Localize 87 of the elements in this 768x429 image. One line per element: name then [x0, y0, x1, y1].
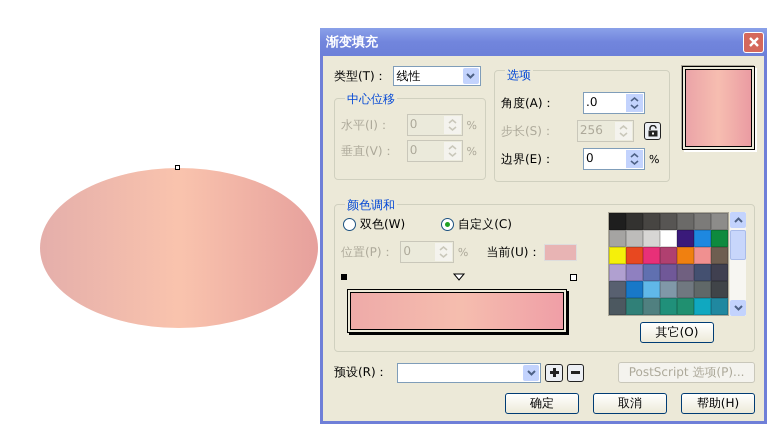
midpoint-marker-icon[interactable] [452, 273, 464, 281]
dialog-button[interactable]: 帮助(H) [681, 393, 755, 414]
palette-swatch[interactable] [609, 298, 626, 315]
palette-swatch[interactable] [609, 281, 626, 298]
palette-swatch[interactable] [626, 213, 643, 230]
palette-swatch[interactable] [694, 264, 711, 281]
palette-swatch[interactable] [694, 213, 711, 230]
palette-swatch[interactable] [609, 264, 626, 281]
palette-swatch[interactable] [643, 298, 660, 315]
type-dropdown[interactable]: 线性 [392, 66, 481, 86]
palette-swatch[interactable] [626, 230, 643, 247]
unit-label: % [466, 118, 477, 132]
palette-swatch[interactable] [711, 213, 728, 230]
palette-swatch[interactable] [677, 281, 694, 298]
unit-label: % [466, 144, 477, 158]
close-icon [748, 36, 760, 48]
palette-swatch[interactable] [660, 264, 677, 281]
palette-swatch[interactable] [609, 247, 626, 264]
field-label: 垂直(V)： [341, 142, 396, 160]
palette-swatch[interactable] [711, 247, 728, 264]
unit-label: % [649, 152, 660, 166]
palette-swatch[interactable] [711, 230, 728, 247]
caret-icon [466, 73, 476, 79]
group-title: 选项 [505, 67, 533, 84]
selection-handle[interactable] [175, 165, 180, 170]
radio-option[interactable]: 双色(W) [343, 216, 406, 233]
plus-icon [548, 367, 560, 378]
unit-label: % [458, 246, 468, 258]
number-field[interactable]: 0 [583, 148, 645, 170]
preset-label: 预设(R)： [334, 364, 389, 381]
scrollbar[interactable] [730, 212, 746, 316]
field-label: 步长(S)： [501, 122, 555, 140]
palette-swatch[interactable] [626, 298, 643, 315]
end-marker-icon[interactable] [570, 274, 577, 280]
palette-swatch[interactable] [660, 281, 677, 298]
window-title: 渐变填充 [326, 34, 378, 51]
palette-swatch[interactable] [626, 247, 643, 264]
palette-swatch[interactable] [694, 247, 711, 264]
field-label: 位置(P)： [341, 244, 395, 260]
type-label: 类型(T)： [334, 68, 387, 84]
spin-arrows-icon[interactable] [630, 96, 639, 110]
palette-swatch[interactable] [643, 247, 660, 264]
caret-icon [526, 370, 536, 376]
other-button[interactable]: 其它(O) [640, 322, 714, 343]
palette-swatch[interactable] [677, 230, 694, 247]
number-field[interactable]: .0 [583, 92, 645, 114]
palette-swatch[interactable] [677, 264, 694, 281]
palette-swatch[interactable] [643, 213, 660, 230]
palette-swatch[interactable] [609, 230, 626, 247]
palette-swatch[interactable] [711, 298, 728, 315]
palette-swatch[interactable] [677, 298, 694, 315]
palette-swatch[interactable] [643, 230, 660, 247]
start-marker-icon[interactable] [341, 274, 347, 280]
palette-swatch[interactable] [694, 281, 711, 298]
palette-swatch[interactable] [609, 213, 626, 230]
add-preset-button[interactable] [545, 364, 563, 382]
palette-swatch[interactable] [660, 213, 677, 230]
palette-swatch[interactable] [711, 281, 728, 298]
palette-swatch[interactable] [711, 264, 728, 281]
dialog-button[interactable]: 取消 [593, 393, 667, 414]
field-label: 水平(I)： [341, 116, 391, 134]
dialog-button[interactable]: 确定 [505, 393, 579, 414]
field-label: 角度(A)： [501, 94, 556, 112]
group-title: 颜色调和 [345, 197, 397, 214]
spin-arrows-icon[interactable] [630, 152, 639, 166]
palette-swatch[interactable] [694, 230, 711, 247]
group-title: 中心位移 [345, 91, 397, 108]
field-label: 边界(E)： [501, 150, 555, 168]
palette-swatch[interactable] [677, 213, 694, 230]
padlock-icon [646, 125, 659, 137]
field-label: 当前(U)： [486, 244, 540, 260]
palette-swatch[interactable] [626, 281, 643, 298]
current-color-swatch[interactable] [544, 244, 577, 260]
palette-swatch[interactable] [626, 264, 643, 281]
palette-swatch[interactable] [677, 247, 694, 264]
scroll-down-icon[interactable] [734, 305, 742, 311]
palette-swatch[interactable] [643, 281, 660, 298]
palette-swatch[interactable] [643, 264, 660, 281]
scroll-up-icon[interactable] [734, 217, 742, 223]
remove-preset-button[interactable] [566, 364, 584, 382]
palette-swatch[interactable] [660, 230, 677, 247]
palette-swatch[interactable] [694, 298, 711, 315]
palette-swatch[interactable] [660, 247, 677, 264]
close-button[interactable] [743, 32, 764, 52]
radio-option[interactable]: 自定义(C) [441, 216, 512, 233]
gradient-bar[interactable] [347, 289, 567, 333]
palette-swatch[interactable] [660, 298, 677, 315]
